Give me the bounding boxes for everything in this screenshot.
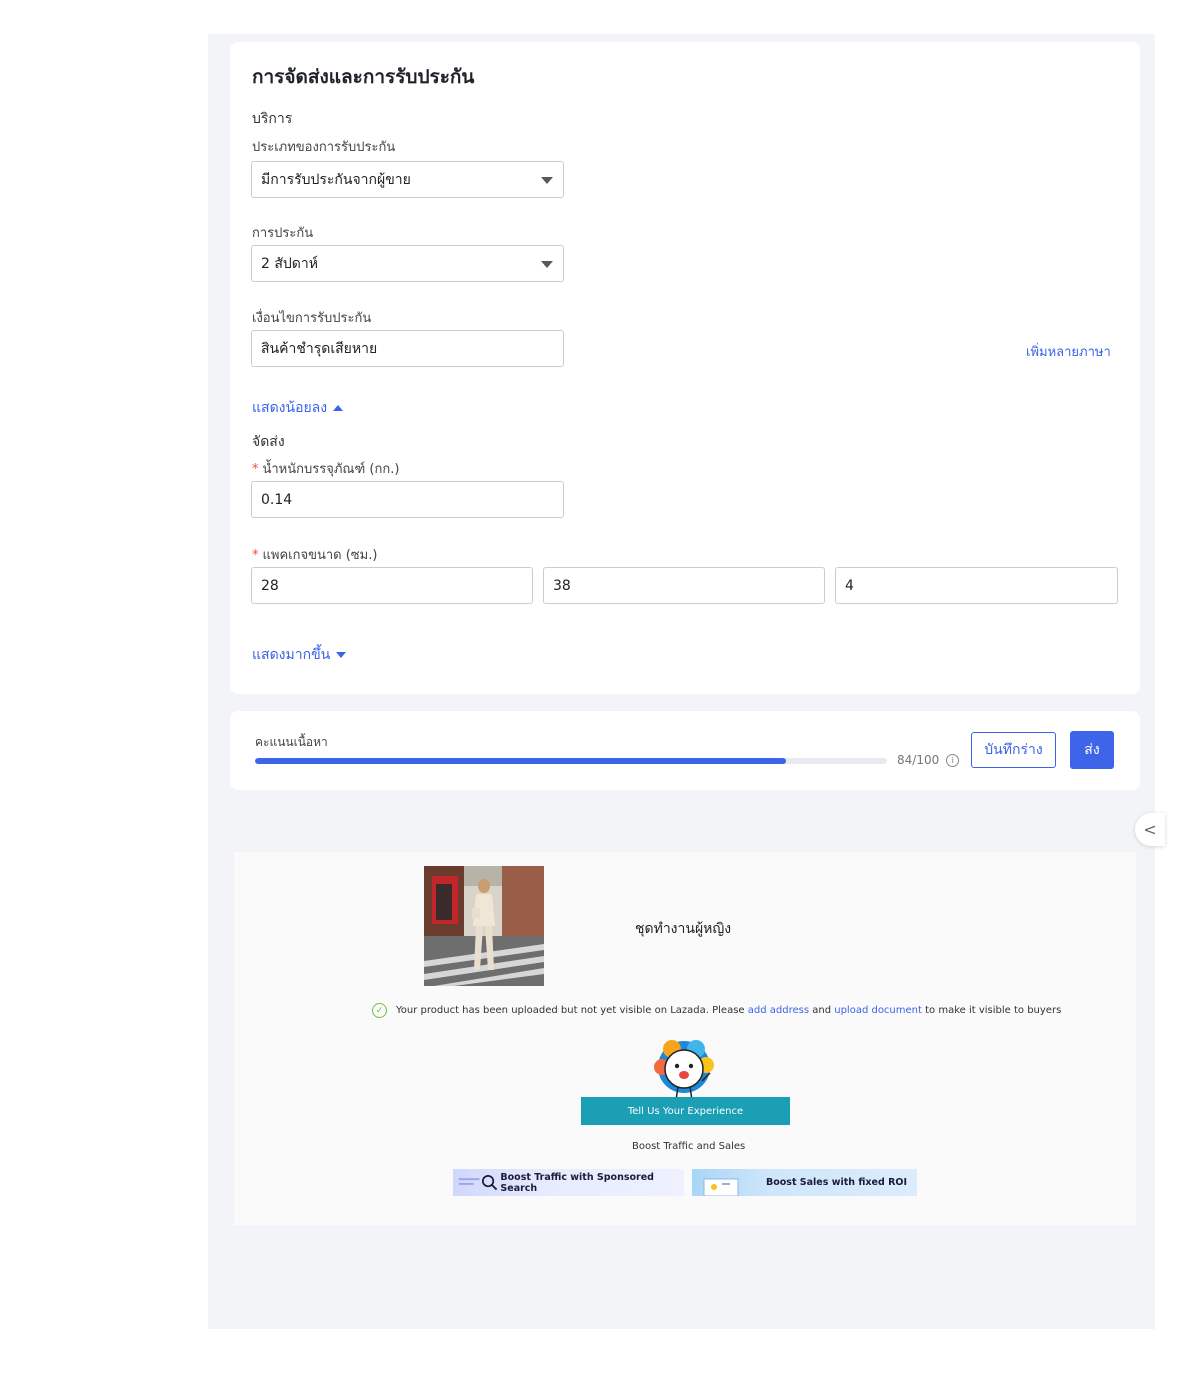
content-score-progress — [255, 758, 887, 764]
chart-screen-icon — [703, 1178, 739, 1196]
content-score-value: 84/100 i — [897, 753, 960, 767]
notice-text-and: and — [809, 1005, 835, 1016]
warranty-type-select[interactable]: มีการรับประกันจากผู้ขาย — [251, 161, 564, 198]
show-less-link[interactable]: แสดงน้อยลง — [252, 397, 344, 419]
info-icon[interactable]: i — [946, 753, 960, 767]
upload-document-link[interactable]: upload document — [834, 1005, 922, 1016]
warranty-policy-value: สินค้าชำรุดเสียหาย — [261, 340, 378, 357]
package-dimensions-label-text: แพคเกจขนาด (ซม.) — [262, 548, 378, 563]
show-less-label: แสดงน้อยลง — [252, 400, 328, 416]
package-weight-label-text: น้ำหนักบรรจุภัณฑ์ (กก.) — [262, 462, 400, 477]
warranty-period-value: 2 สัปดาห์ — [261, 255, 318, 272]
notice-text-suffix: to make it visible to buyers — [921, 1005, 1062, 1016]
warranty-policy-input[interactable]: สินค้าชำรุดเสียหาย — [251, 330, 564, 367]
notice-text-prefix: Your product has been uploaded but not y… — [396, 1005, 748, 1016]
boost-heading: Boost Traffic and Sales — [632, 1141, 746, 1152]
warranty-type-label: ประเภทของการรับประกัน — [252, 140, 396, 155]
package-length-value: 28 — [261, 577, 279, 594]
required-mark: * — [252, 548, 259, 563]
content-score-text: 84/100 — [897, 753, 940, 767]
fixed-roi-banner-label: Boost Sales with fixed ROI — [766, 1177, 908, 1188]
submit-button[interactable]: ส่ง — [1070, 731, 1114, 769]
fixed-roi-banner[interactable]: Boost Sales with fixed ROI — [692, 1169, 917, 1196]
check-circle-icon: ✓ — [372, 1003, 387, 1018]
add-languages-link[interactable]: เพิ่มหลายภาษา — [1026, 341, 1111, 362]
package-width-value: 38 — [553, 577, 571, 594]
service-heading: บริการ — [252, 111, 293, 127]
show-more-link[interactable]: แสดงมากขึ้น — [252, 644, 347, 666]
save-draft-button[interactable]: บันทึกร่าง — [971, 732, 1056, 768]
chevron-left-icon: < — [1143, 820, 1157, 839]
caret-down-icon — [541, 261, 553, 268]
tell-us-experience-button[interactable]: Tell Us Your Experience — [581, 1097, 790, 1125]
content-score-label: คะแนนเนื้อหา — [255, 735, 328, 749]
product-image — [424, 866, 544, 986]
content-score-progress-fill — [255, 758, 786, 764]
package-width-input[interactable]: 38 — [543, 567, 825, 604]
caret-down-icon — [336, 652, 347, 658]
magnifier-icon — [458, 1175, 498, 1191]
section-title: การจัดส่งและการรับประกัน — [252, 66, 475, 88]
package-weight-label: * น้ำหนักบรรจุภัณฑ์ (กก.) — [252, 458, 399, 479]
package-weight-input[interactable]: 0.14 — [251, 481, 564, 518]
required-mark: * — [252, 462, 259, 477]
caret-up-icon — [333, 405, 344, 411]
package-weight-value: 0.14 — [261, 491, 293, 508]
delivery-heading: จัดส่ง — [252, 434, 285, 450]
caret-down-icon — [541, 177, 553, 184]
package-height-value: 4 — [845, 577, 854, 594]
upload-notice: ✓ Your product has been uploaded but not… — [372, 1003, 1061, 1018]
product-name: ชุดทำงานผู้หญิง — [635, 921, 732, 937]
show-more-label: แสดงมากขึ้น — [252, 647, 331, 663]
package-dimensions-label: * แพคเกจขนาด (ซม.) — [252, 544, 377, 565]
mascot-icon — [652, 1037, 716, 1103]
warranty-period-select[interactable]: 2 สัปดาห์ — [251, 245, 564, 282]
warranty-type-value: มีการรับประกันจากผู้ขาย — [261, 171, 411, 188]
sponsored-search-banner-label: Boost Traffic with Sponsored Search — [500, 1171, 654, 1194]
add-address-link[interactable]: add address — [748, 1005, 809, 1016]
package-height-input[interactable]: 4 — [835, 567, 1118, 604]
warranty-policy-label: เงื่อนไขการรับประกัน — [252, 311, 372, 326]
package-length-input[interactable]: 28 — [251, 567, 533, 604]
sponsored-search-banner[interactable]: Boost Traffic with Sponsored Search — [453, 1169, 684, 1196]
warranty-label: การประกัน — [252, 226, 314, 241]
collapse-panel-tab[interactable]: < — [1135, 813, 1165, 846]
